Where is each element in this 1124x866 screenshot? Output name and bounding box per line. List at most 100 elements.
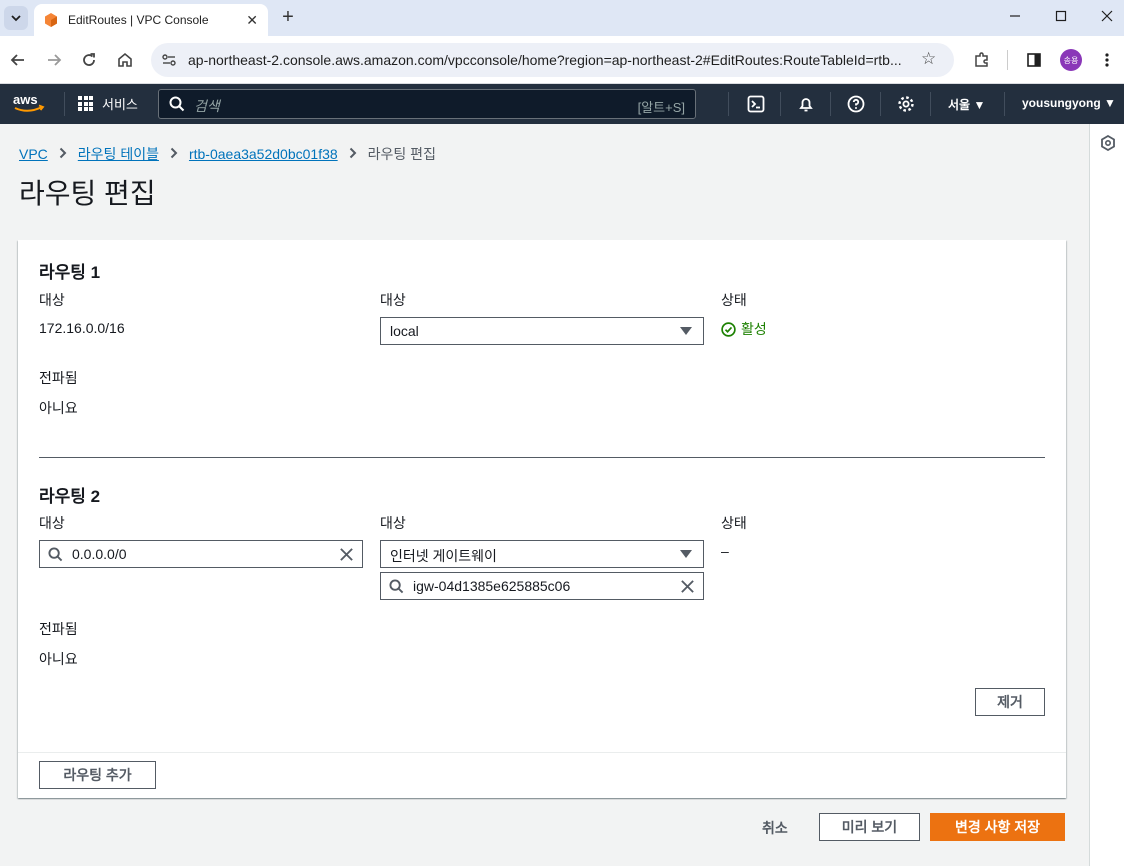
- route-1-target-select[interactable]: local: [380, 317, 704, 345]
- arrow-right-icon: [48, 54, 62, 66]
- aws-logo-icon: aws: [13, 92, 45, 112]
- tab-title: EditRoutes | VPC Console: [68, 13, 209, 27]
- cloudshell-icon[interactable]: [746, 94, 766, 114]
- route-1-heading: 라우팅 1: [39, 263, 101, 282]
- question-circle-icon: [847, 95, 865, 113]
- route-1-target-value: local: [390, 323, 419, 339]
- home-button[interactable]: [113, 48, 137, 72]
- clear-icon[interactable]: [339, 547, 354, 562]
- tab-close-icon[interactable]: ✕: [246, 12, 258, 29]
- region-label: 서울: [948, 98, 971, 112]
- reload-button[interactable]: [77, 48, 101, 72]
- cancel-button[interactable]: 취소: [762, 818, 788, 838]
- aws-logo[interactable]: aws: [12, 92, 46, 117]
- route-1-propagated-value: 아니요: [39, 400, 78, 416]
- svg-text:aws: aws: [13, 92, 38, 107]
- site-settings-icon[interactable]: [161, 52, 177, 68]
- route-2-status-value: –: [721, 543, 729, 559]
- profile-avatar[interactable]: 송용: [1060, 49, 1082, 71]
- route-2-destination-label: 대상: [39, 515, 65, 531]
- search-shortcut: [알트+S]: [637, 100, 685, 115]
- check-circle-icon: [721, 321, 736, 337]
- aws-cube-icon: [45, 13, 57, 27]
- route-1-destination-label: 대상: [39, 292, 65, 308]
- save-changes-button[interactable]: 변경 사항 저장: [930, 813, 1065, 841]
- chevron-right-icon: [170, 147, 178, 162]
- search-icon: [169, 96, 185, 112]
- route-1-status: 활성: [721, 319, 767, 339]
- caret-down-icon: [680, 550, 692, 558]
- forward-button[interactable]: [42, 48, 66, 72]
- route-1-destination-value: 172.16.0.0/16: [39, 320, 125, 336]
- breadcrumb-current: 라우팅 편집: [367, 146, 436, 162]
- maximize-icon: [1055, 10, 1067, 22]
- chevron-right-icon: [59, 147, 67, 162]
- url-text: ap-northeast-2.console.aws.amazon.com/vp…: [188, 52, 902, 68]
- nav-divider: [930, 92, 931, 116]
- maximize-button[interactable]: [1038, 0, 1084, 32]
- side-panel-button[interactable]: [1022, 48, 1046, 72]
- bookmark-star-icon[interactable]: ☆: [921, 49, 936, 69]
- route-2-propagated-label: 전파됨: [39, 621, 78, 637]
- notifications-icon[interactable]: [796, 94, 816, 114]
- route-2-destination-value: 0.0.0.0/0: [72, 546, 127, 562]
- breadcrumb-route-tables[interactable]: 라우팅 테이블: [78, 144, 159, 164]
- page-title: 라우팅 편집: [19, 178, 156, 209]
- route-2-target-select[interactable]: 인터넷 게이트웨이: [380, 540, 704, 568]
- address-bar[interactable]: ap-northeast-2.console.aws.amazon.com/vp…: [151, 43, 954, 77]
- region-selector[interactable]: 서울 ▼: [948, 96, 985, 113]
- close-icon: [1101, 10, 1113, 22]
- services-label: 서비스: [102, 97, 138, 112]
- back-button[interactable]: [6, 48, 30, 72]
- more-vertical-icon: [1105, 53, 1109, 67]
- browser-tab-bar: EditRoutes | VPC Console ✕ +: [0, 0, 1124, 36]
- route-2-status-label: 상태: [721, 515, 747, 531]
- browser-tab[interactable]: EditRoutes | VPC Console ✕: [34, 4, 268, 36]
- route-2-target-search-input[interactable]: igw-04d1385e625885c06: [380, 572, 704, 600]
- account-menu[interactable]: yousungyong ▼: [1022, 96, 1116, 110]
- minimize-button[interactable]: [992, 0, 1038, 32]
- help-icon[interactable]: [846, 94, 866, 114]
- nav-divider: [728, 92, 729, 116]
- search-placeholder: 검색: [194, 98, 220, 114]
- side-panel-icon: [1027, 53, 1041, 67]
- new-tab-button[interactable]: +: [278, 6, 298, 30]
- breadcrumb-route-table-id[interactable]: rtb-0aea3a52d0bc01f38: [189, 146, 338, 162]
- clear-icon[interactable]: [680, 579, 695, 594]
- route-1-propagated-label: 전파됨: [39, 370, 78, 386]
- settings-icon[interactable]: [896, 94, 916, 114]
- route-2-heading: 라우팅 2: [39, 487, 101, 506]
- preview-button[interactable]: 미리 보기: [819, 813, 920, 841]
- minimize-icon: [1010, 15, 1020, 17]
- chevron-down-icon: [11, 15, 21, 22]
- nav-divider: [1004, 92, 1005, 116]
- home-icon: [118, 52, 132, 67]
- browser-menu-button[interactable]: [1095, 48, 1119, 72]
- caret-down-icon: ▼: [973, 98, 986, 112]
- info-panel-icon[interactable]: [1100, 135, 1116, 151]
- route-1-target-label: 대상: [380, 292, 406, 308]
- add-route-button[interactable]: 라우팅 추가: [39, 761, 156, 789]
- route-2-propagated-value: 아니요: [39, 651, 78, 667]
- route-1-status-label: 상태: [721, 292, 747, 308]
- breadcrumb-vpc[interactable]: VPC: [19, 146, 48, 162]
- arrow-left-icon: [10, 54, 24, 66]
- window-close-button[interactable]: [1084, 0, 1124, 32]
- toolbar-divider: [1007, 50, 1008, 70]
- remove-route-button[interactable]: 제거: [975, 688, 1045, 716]
- user-name: yousungyong: [1022, 96, 1101, 110]
- route-2-destination-input[interactable]: 0.0.0.0/0: [39, 540, 363, 568]
- services-menu[interactable]: 서비스: [78, 94, 138, 113]
- routes-card: 라우팅 1 대상 172.16.0.0/16 대상 local 상태 활성 전파…: [18, 240, 1066, 798]
- route-1-status-value: 활성: [741, 321, 767, 337]
- caret-down-icon: [680, 327, 692, 335]
- chevron-right-icon: [349, 147, 357, 162]
- bell-icon: [799, 98, 813, 112]
- extensions-button[interactable]: [970, 48, 994, 72]
- terminal-icon: [747, 95, 765, 113]
- browser-toolbar: ap-northeast-2.console.aws.amazon.com/vp…: [0, 36, 1124, 84]
- console-search-input[interactable]: 검색 [알트+S]: [158, 89, 696, 119]
- tab-search-button[interactable]: [4, 6, 28, 30]
- nav-divider: [780, 92, 781, 116]
- nav-divider: [830, 92, 831, 116]
